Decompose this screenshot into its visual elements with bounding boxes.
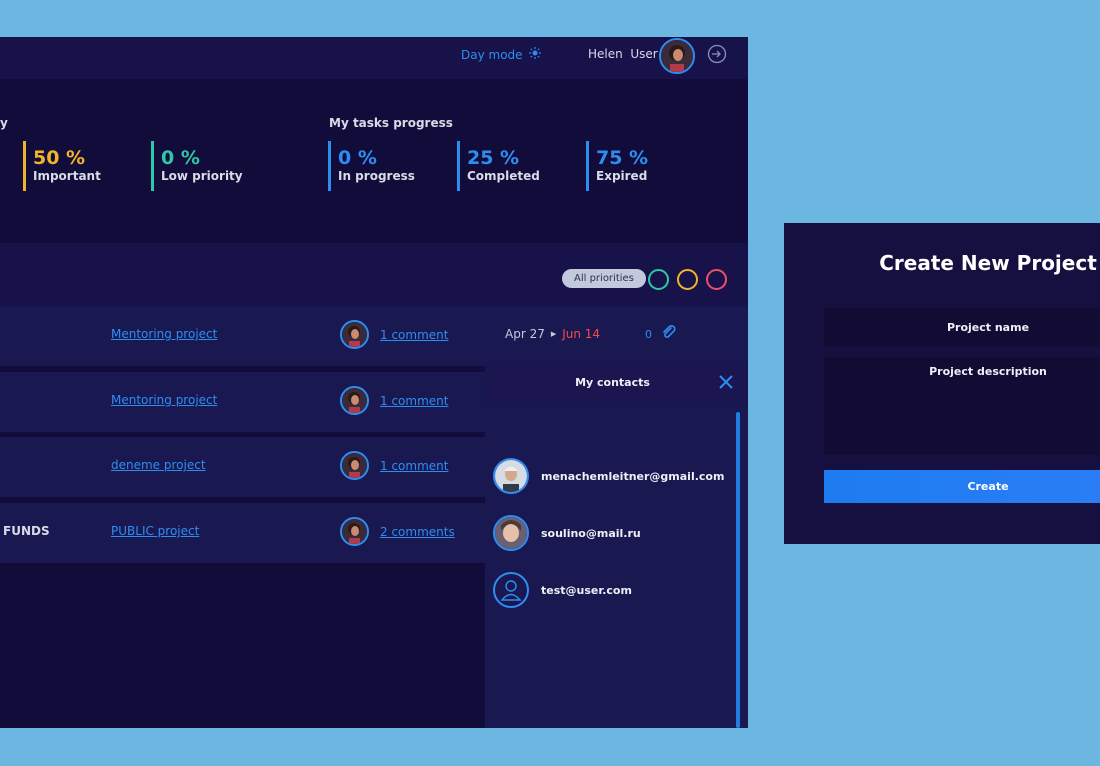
project-name-field[interactable]: Project name — [824, 308, 1100, 346]
stat-bar — [23, 141, 26, 191]
stat-expired: 75 % Expired — [586, 141, 648, 191]
stat-value: 50 % — [33, 147, 86, 169]
stat-value: 0 % — [161, 147, 200, 169]
contacts-panel: My contacts menachemleitner@gmail.com so… — [485, 364, 748, 728]
stat-bar — [328, 141, 331, 191]
priority-filter-urgent[interactable] — [706, 269, 727, 290]
contacts-panel-header: My contacts — [485, 364, 748, 402]
create-button[interactable]: Create — [824, 470, 1100, 503]
stat-label: Important — [33, 169, 101, 183]
contact-item[interactable]: test@user.com — [493, 571, 632, 609]
top-bar: Day mode Helen User — [0, 37, 748, 79]
stat-bar — [151, 141, 154, 191]
attachment-count: 0 — [645, 328, 652, 341]
day-mode-toggle[interactable]: Day mode — [461, 47, 541, 62]
day-mode-label: Day mode — [461, 47, 523, 62]
project-name-placeholder: Project name — [946, 321, 1030, 334]
assignee-avatar — [340, 320, 369, 349]
priority-filter-low[interactable] — [648, 269, 669, 290]
contact-email: soulino@mail.ru — [541, 526, 641, 540]
contact-email: test@user.com — [541, 583, 632, 597]
stat-bar — [457, 141, 460, 191]
contact-item[interactable]: menachemleitner@gmail.com — [493, 457, 724, 495]
stat-label: In progress — [338, 169, 415, 183]
stat-bar — [586, 141, 589, 191]
user-avatar[interactable] — [659, 38, 695, 74]
comments-link[interactable]: 1 comment — [380, 328, 448, 342]
close-icon[interactable] — [717, 373, 735, 391]
stat-in-progress: 0 % In progress — [328, 141, 415, 191]
date-arrow-icon: ▶ — [550, 330, 557, 338]
dashboard-window: Day mode Helen User y My tasks progress … — [0, 37, 748, 728]
contacts-scrollbar[interactable] — [736, 412, 740, 728]
create-button-label: Create — [967, 480, 1009, 493]
user-name: Helen User — [588, 47, 658, 61]
contact-avatar — [493, 515, 529, 551]
project-link[interactable]: PUBLIC project — [111, 524, 199, 538]
comments-link[interactable]: 2 comments — [380, 525, 455, 539]
start-date: Apr 27 — [505, 327, 545, 341]
stat-label: Expired — [596, 169, 648, 183]
task-dates: Apr 27 ▶ Jun 14 — [505, 327, 600, 341]
project-link[interactable]: deneme project — [111, 458, 206, 472]
stat-label: Low priority — [161, 169, 243, 183]
end-date: Jun 14 — [562, 327, 601, 341]
person-icon — [493, 572, 529, 608]
comments-link[interactable]: 1 comment — [380, 394, 448, 408]
project-link[interactable]: Mentoring project — [111, 393, 217, 407]
assignee-avatar — [340, 517, 369, 546]
stat-label: Completed — [467, 169, 540, 183]
tasks-progress-title: My tasks progress — [329, 116, 453, 130]
logout-icon[interactable] — [707, 44, 727, 64]
sun-icon — [528, 47, 541, 62]
contacts-panel-title: My contacts — [575, 376, 650, 389]
all-priorities-button[interactable]: All priorities — [562, 269, 646, 288]
table-row[interactable]: Mentoring project 1 comment Apr 27 ▶ Jun… — [0, 306, 748, 366]
project-description-field[interactable]: Project description — [824, 357, 1100, 455]
contact-email: menachemleitner@gmail.com — [541, 469, 725, 483]
comments-link[interactable]: 1 comment — [380, 459, 448, 473]
stat-low-priority: 0 % Low priority — [151, 141, 243, 191]
user-first-name: Helen — [588, 47, 623, 61]
create-project-modal: Create New Project Project name Project … — [784, 223, 1100, 544]
priority-group-title-fragment: y — [0, 116, 8, 130]
stat-value: 0 % — [338, 147, 377, 169]
stat-completed: 25 % Completed — [457, 141, 540, 191]
contact-item[interactable]: soulino@mail.ru — [493, 514, 641, 552]
task-name: FUNDS — [3, 524, 50, 538]
assignee-avatar — [340, 451, 369, 480]
project-description-placeholder: Project description — [929, 365, 1047, 378]
priority-filter-important[interactable] — [677, 269, 698, 290]
modal-title: Create New Project — [879, 251, 1097, 275]
user-last-name: User — [630, 47, 658, 61]
stat-value: 75 % — [596, 147, 649, 169]
stat-important: 50 % Important — [23, 141, 101, 191]
assignee-avatar — [340, 386, 369, 415]
paperclip-icon[interactable] — [662, 325, 676, 345]
stat-value: 25 % — [467, 147, 520, 169]
project-link[interactable]: Mentoring project — [111, 327, 217, 341]
contact-avatar — [493, 458, 529, 494]
